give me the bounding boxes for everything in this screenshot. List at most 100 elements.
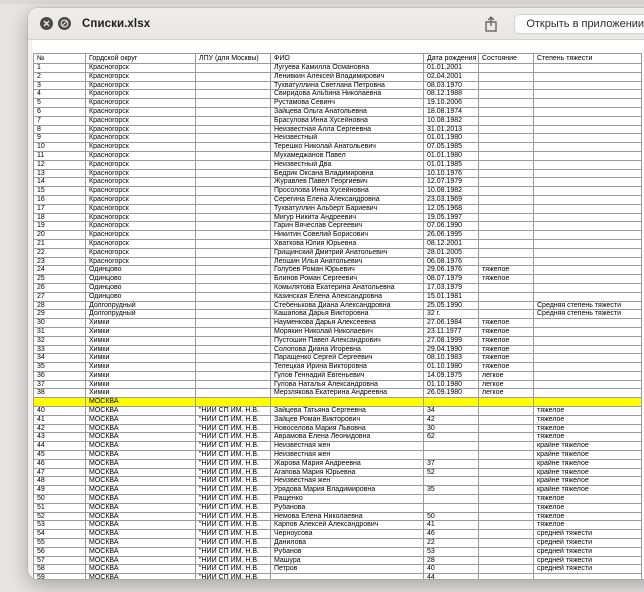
cell bbox=[479, 90, 534, 99]
cell: 01.01.2001 bbox=[424, 64, 479, 73]
column-header: № bbox=[34, 54, 86, 64]
cell bbox=[479, 169, 534, 178]
cell bbox=[196, 336, 271, 345]
cell: МОСКВА bbox=[86, 424, 196, 433]
cell bbox=[479, 407, 534, 416]
cell: Неизвестная жен bbox=[271, 442, 424, 451]
table-row: 59МОСКВА"НИИ СП ИМ. Н.В.44 bbox=[34, 574, 642, 579]
cell bbox=[196, 389, 271, 398]
cell: МОСКВА bbox=[86, 556, 196, 565]
cell: крайне тяжелое bbox=[534, 459, 642, 468]
cell: средней тяжести bbox=[534, 530, 642, 539]
cell: Красногорск bbox=[86, 257, 196, 266]
cell: 22 bbox=[34, 248, 86, 257]
cell: 40 bbox=[424, 565, 479, 574]
cell: "НИИ СП ИМ. Н.В. bbox=[196, 521, 271, 530]
cell bbox=[479, 301, 534, 310]
cell bbox=[479, 134, 534, 143]
table-row: 3КрасногорскТухватуллина Светлана Петров… bbox=[34, 81, 642, 90]
close-icon[interactable] bbox=[40, 17, 53, 30]
cell: МОСКВА bbox=[86, 574, 196, 579]
cell: Блинов Роман Сергеевич bbox=[271, 275, 424, 284]
cell bbox=[424, 495, 479, 504]
cell: 8 bbox=[34, 125, 86, 134]
cell bbox=[196, 275, 271, 284]
cell: "НИИ СП ИМ. Н.В. bbox=[196, 442, 271, 451]
cell bbox=[479, 539, 534, 548]
cell bbox=[534, 151, 642, 160]
cell: 53 bbox=[424, 547, 479, 556]
cell: "НИИ СП ИМ. Н.В. bbox=[196, 503, 271, 512]
cell bbox=[534, 213, 642, 222]
cell: 2 bbox=[34, 72, 86, 81]
cell bbox=[534, 90, 642, 99]
cell bbox=[534, 187, 642, 196]
cell bbox=[534, 169, 642, 178]
cell: МОСКВА bbox=[86, 486, 196, 495]
cell bbox=[534, 574, 642, 579]
cell: легкое bbox=[479, 389, 534, 398]
cell: "НИИ СП ИМ. Н.В. bbox=[196, 530, 271, 539]
cell: 35 bbox=[424, 486, 479, 495]
cell bbox=[196, 116, 271, 125]
cell: 37 bbox=[424, 459, 479, 468]
share-icon[interactable] bbox=[482, 15, 500, 33]
cell: крайне тяжелое bbox=[534, 468, 642, 477]
cell bbox=[196, 310, 271, 319]
cell: Красногорск bbox=[86, 107, 196, 116]
cell: Красногорск bbox=[86, 116, 196, 125]
cell bbox=[196, 143, 271, 152]
cell: Морякин Николай Николаевич bbox=[271, 327, 424, 336]
cell bbox=[196, 222, 271, 231]
table-row: 35ХимкиТелецкая Ирина Викторовна01.10.19… bbox=[34, 363, 642, 372]
cell: 06.08.1976 bbox=[424, 257, 479, 266]
cell: тяжелое bbox=[534, 415, 642, 424]
cell: Зайцева Ольга Анатольевна bbox=[271, 107, 424, 116]
cell bbox=[196, 125, 271, 134]
preview-content[interactable]: №Гордской округЛПУ (для Москвы)ФИОДата р… bbox=[28, 40, 644, 579]
cell: 53 bbox=[34, 521, 86, 530]
cell bbox=[479, 125, 534, 134]
cell: 08.07.1979 bbox=[424, 275, 479, 284]
cell bbox=[196, 319, 271, 328]
cell bbox=[196, 380, 271, 389]
cell: 12 bbox=[34, 160, 86, 169]
cell: "НИИ СП ИМ. Н.В. bbox=[196, 565, 271, 574]
table-row: 18КрасногорскМигур Никита Андреевич19.05… bbox=[34, 213, 642, 222]
cell: 46 bbox=[424, 530, 479, 539]
table-row: 24ОдинцовоГолубев Роман Юрьевич29.06.197… bbox=[34, 266, 642, 275]
cell: 22 bbox=[424, 539, 479, 548]
cell: 4 bbox=[34, 90, 86, 99]
prohibited-icon[interactable] bbox=[58, 17, 71, 30]
cell: Гулова Наталья Александровна bbox=[271, 380, 424, 389]
table-row: 23КрасногорскЛеошин Илья Анатольевич06.0… bbox=[34, 257, 642, 266]
cell bbox=[34, 398, 86, 407]
cell: 07.05.1985 bbox=[424, 143, 479, 152]
open-in-numbers-button[interactable]: Открыть в приложении «Numbers» bbox=[514, 14, 644, 34]
cell bbox=[479, 231, 534, 240]
cell: тяжелое bbox=[479, 345, 534, 354]
cell: "НИИ СП ИМ. Н.В. bbox=[196, 495, 271, 504]
cell bbox=[534, 64, 642, 73]
cell bbox=[479, 530, 534, 539]
cell bbox=[479, 310, 534, 319]
cell bbox=[479, 99, 534, 108]
cell: Гулов Геннадий Евгеньевич bbox=[271, 371, 424, 380]
cell bbox=[196, 354, 271, 363]
cell bbox=[534, 371, 642, 380]
cell bbox=[534, 231, 642, 240]
table-row: 36ХимкиГулов Геннадий Евгеньевич14.09.19… bbox=[34, 371, 642, 380]
table-row: 53МОСКВА"НИИ СП ИМ. Н.В.Карпов Алексей А… bbox=[34, 521, 642, 530]
cell: 12.05.1968 bbox=[424, 204, 479, 213]
table-row: 14КрасногорскЖуравлев Павел Георгиевич12… bbox=[34, 178, 642, 187]
cell: Новоселова Мария Львовна bbox=[271, 424, 424, 433]
table-row: 25ОдинцовоБлинов Роман Сергеевич08.07.19… bbox=[34, 275, 642, 284]
cell: тяжелое bbox=[534, 433, 642, 442]
cell: Никитин Совелий Борисович bbox=[271, 231, 424, 240]
cell: 54 bbox=[34, 530, 86, 539]
cell bbox=[534, 257, 642, 266]
cell bbox=[534, 99, 642, 108]
title-bar[interactable]: Списки.xlsx Открыть в приложении «Number… bbox=[28, 8, 644, 40]
cell: МОСКВА bbox=[86, 547, 196, 556]
cell: средней тяжести bbox=[534, 556, 642, 565]
